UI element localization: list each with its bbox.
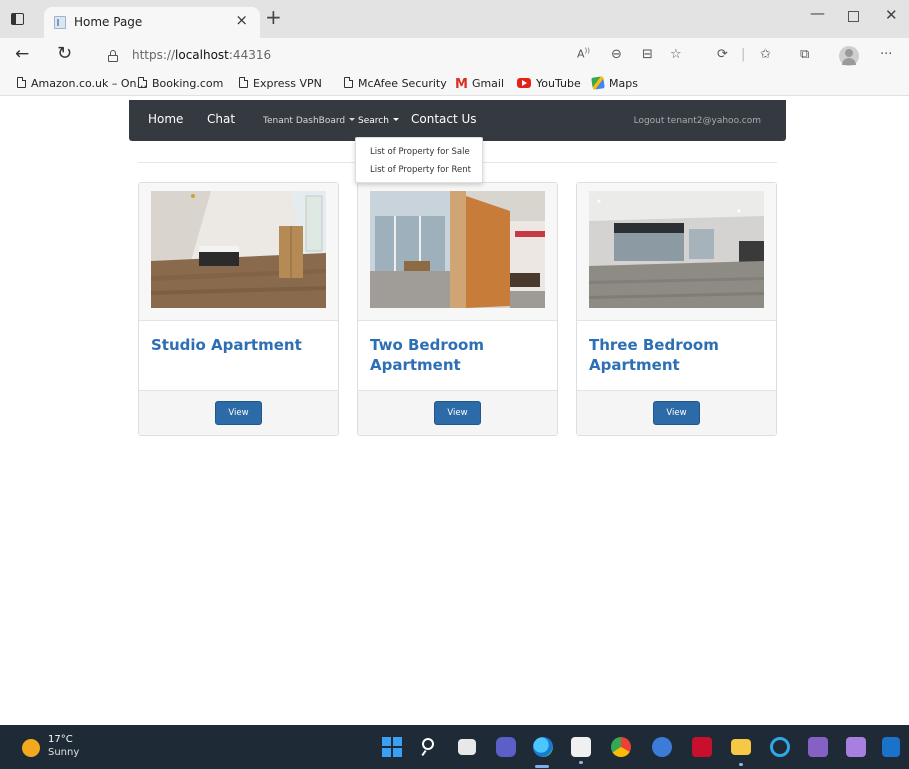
youtube-icon — [517, 78, 531, 88]
maximize-button[interactable] — [848, 11, 859, 22]
mcafee-icon[interactable] — [692, 737, 712, 757]
search-dropdown-menu: List of Property for Sale List of Proper… — [355, 137, 483, 183]
start-menu-icon[interactable] — [382, 737, 402, 757]
zoom-icon[interactable]: ⊖ — [611, 48, 622, 61]
property-photo — [370, 191, 545, 308]
menu-item-property-for-rent[interactable]: List of Property for Rent — [370, 165, 471, 175]
property-card-two-bedroom: Two Bedroom Apartment View — [357, 182, 558, 436]
profile-avatar[interactable] — [839, 46, 859, 66]
property-card-three-bedroom: Three Bedroom Apartment View — [576, 182, 777, 436]
favorite-gmail[interactable]: M Gmail — [455, 77, 504, 92]
view-property-button[interactable]: View — [653, 401, 700, 425]
property-title[interactable]: Two Bedroom Apartment — [370, 335, 546, 375]
property-photo — [151, 191, 326, 308]
store-icon[interactable] — [571, 737, 591, 764]
sun-icon[interactable] — [22, 739, 40, 757]
page-icon — [239, 77, 248, 88]
weather-temperature[interactable]: 17°C — [48, 734, 73, 745]
view-property-button[interactable]: View — [434, 401, 481, 425]
tab-actions-icon[interactable] — [10, 11, 26, 27]
card-image-area — [139, 183, 338, 321]
maps-icon — [591, 76, 605, 90]
favorite-mcafee[interactable]: McAfee Security — [344, 77, 447, 90]
toolbar-divider: | — [741, 47, 746, 62]
nav-home[interactable]: Home — [148, 112, 183, 126]
property-photo — [589, 191, 764, 308]
windows-taskbar: 17°C Sunny — [0, 725, 909, 769]
close-window-button[interactable]: ✕ — [885, 8, 898, 23]
chrome-icon[interactable] — [611, 737, 631, 757]
nav-chat[interactable]: Chat — [207, 112, 235, 126]
view-property-button[interactable]: View — [215, 401, 262, 425]
card-footer: View — [577, 390, 776, 435]
card-image-area — [358, 183, 557, 321]
visual-studio-icon[interactable] — [808, 737, 828, 757]
favorite-maps[interactable]: Maps — [591, 76, 638, 90]
visual-studio-2-icon[interactable] — [846, 737, 866, 757]
property-title[interactable]: Three Bedroom Apartment — [589, 335, 765, 375]
menu-item-property-for-sale[interactable]: List of Property for Sale — [370, 147, 470, 157]
address-bar: ← ↻ https://localhost:44316 A)) ⊖ ⊟ ☆ ⟳ … — [0, 38, 909, 74]
page-favicon-icon — [54, 16, 66, 29]
read-aloud-icon[interactable]: A)) — [577, 48, 590, 60]
site-info-icon[interactable] — [108, 50, 118, 62]
refresh-button[interactable]: ↻ — [57, 45, 72, 63]
property-title[interactable]: Studio Apartment — [151, 335, 327, 355]
immersive-reader-icon[interactable]: ⊟ — [642, 48, 653, 61]
tab-close-icon[interactable]: × — [235, 13, 248, 28]
collections-icon[interactable]: ⧉ — [800, 48, 809, 61]
weather-condition[interactable]: Sunny — [48, 747, 79, 758]
chevron-down-icon — [392, 118, 399, 121]
running-indicator — [739, 763, 743, 766]
favorites-icon[interactable]: ✩ — [760, 48, 771, 61]
browser-tab-home-page[interactable]: Home Page × — [44, 7, 260, 38]
browser-tab-bar: Home Page × + — ✕ — [0, 0, 909, 38]
page-icon — [138, 77, 147, 88]
search-icon[interactable] — [420, 737, 440, 757]
url-field[interactable]: https://localhost:44316 — [132, 48, 271, 62]
new-tab-button[interactable]: + — [265, 7, 282, 27]
property-card-studio: Studio Apartment View — [138, 182, 339, 436]
active-app-indicator — [535, 765, 549, 768]
card-footer: View — [358, 390, 557, 435]
extensions-icon[interactable]: ⟳ — [717, 48, 728, 61]
back-button[interactable]: ← — [15, 46, 29, 63]
task-view-icon[interactable] — [458, 739, 476, 755]
running-indicator — [579, 761, 583, 764]
help-icon[interactable] — [652, 737, 672, 757]
favorites-bar: Amazon.co.uk – On... Booking.com Express… — [0, 74, 909, 96]
cortana-icon[interactable] — [770, 737, 790, 757]
favorite-express-vpn[interactable]: Express VPN — [239, 77, 322, 90]
more-options-icon[interactable]: ··· — [880, 48, 892, 61]
edge-browser-icon[interactable] — [533, 737, 553, 757]
favorite-youtube[interactable]: YouTube — [517, 77, 581, 90]
file-explorer-icon[interactable] — [731, 739, 751, 766]
favorite-amazon[interactable]: Amazon.co.uk – On... — [17, 77, 147, 90]
nav-logout[interactable]: Logout tenant2@yahoo.com — [634, 116, 761, 126]
nav-tenant-dashboard[interactable]: Tenant DashBoard — [263, 116, 356, 126]
page-icon — [17, 77, 26, 88]
gmail-icon: M — [455, 77, 468, 92]
nav-search[interactable]: Search — [358, 116, 399, 126]
add-favorite-icon[interactable]: ☆ — [670, 48, 682, 61]
nav-contact-us[interactable]: Contact Us — [411, 112, 477, 126]
teams-chat-icon[interactable] — [496, 737, 516, 757]
chevron-down-icon — [349, 118, 356, 121]
card-image-area — [577, 183, 776, 321]
minimize-button[interactable]: — — [810, 6, 825, 21]
outlook-icon[interactable] — [882, 737, 900, 757]
page-icon — [344, 77, 353, 88]
site-navbar: Home Chat Tenant DashBoard Search Contac… — [129, 100, 786, 141]
favorite-booking[interactable]: Booking.com — [138, 77, 223, 90]
tab-title: Home Page — [74, 15, 143, 29]
card-footer: View — [139, 390, 338, 435]
